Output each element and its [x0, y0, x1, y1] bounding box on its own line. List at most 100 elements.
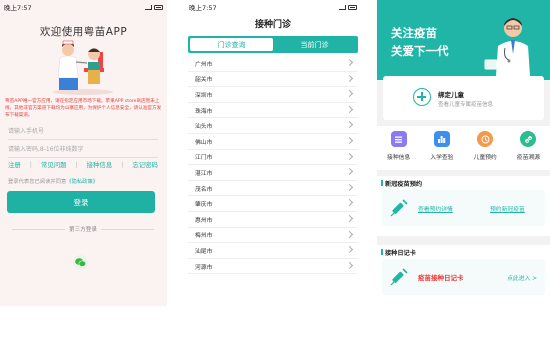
chart-icon [433, 131, 450, 147]
chevron-right-icon [345, 168, 354, 176]
city-row[interactable]: 汕头市 [188, 118, 358, 134]
divider-line [101, 228, 155, 230]
city-row[interactable]: 佛山市 [188, 134, 358, 150]
status-time: 晚上7:57 [4, 4, 32, 12]
chevron-right-icon [345, 121, 354, 129]
city-name: 汕尾市 [195, 248, 213, 255]
separator: | [121, 160, 124, 168]
grid-item-child-appointment[interactable]: 儿童预约 [464, 126, 507, 170]
diary-card-section: 接种日记卡 疫苗接种日记卡 点此进入 > [377, 245, 550, 306]
section-title: 接种日记卡 [377, 245, 550, 259]
enter-link[interactable]: 点此进入 > [507, 273, 537, 282]
city-row[interactable]: 江门市 [188, 150, 358, 166]
city-name: 河源市 [195, 264, 213, 271]
covid-card: 查看预约详情 预约新冠疫苗 [382, 190, 545, 226]
city-name: 广州市 [195, 61, 213, 68]
vaccination-illustration-icon [53, 40, 113, 95]
city-row[interactable]: 河源市 [188, 259, 358, 275]
grid-label: 入学查验 [430, 155, 454, 161]
city-name: 湛江市 [195, 170, 213, 177]
city-row[interactable]: 梅州市 [188, 228, 358, 244]
city-name: 深圳市 [195, 92, 213, 99]
login-screen: 晚上7:57 欢迎使用粤苗APP 粤苗APP唯一官方应用，请在指定应用市场下载。… [0, 0, 167, 306]
faq-link[interactable]: 常见问题 [41, 160, 67, 169]
password-input[interactable]: 请输入密码,8-16位非纯数字 [8, 144, 158, 158]
status-icons [339, 4, 357, 10]
city-row[interactable]: 深圳市 [188, 87, 358, 103]
segmented-tabs: 门诊查询 当前门诊 [188, 36, 358, 53]
hero-line-1: 关注疫苗 [391, 26, 437, 40]
hero-banner: 关注疫苗 关爱下一代 [377, 0, 550, 80]
grid-label: 疫苗溯源 [516, 155, 540, 161]
grid-label: 接种信息 [387, 155, 411, 161]
city-row[interactable]: 惠州市 [188, 212, 358, 228]
signal-icon [339, 4, 346, 10]
covid-appointment-section: 新冠疫苗预约 查看预约详情 预约新冠疫苗 [377, 176, 550, 236]
privacy-policy-link[interactable]: 《隐私政策》 [66, 179, 98, 185]
wechat-login-button[interactable] [73, 255, 88, 270]
home-screen: 关注疫苗 关爱下一代 绑定儿童 查看儿童专属疫苗信息 接种信息 入学查验 儿童预… [377, 0, 550, 306]
status-bar: 晚上7:57 [0, 0, 167, 14]
city-name: 汕头市 [195, 124, 213, 131]
separator: | [29, 160, 32, 168]
vaccination-info-link[interactable]: 接种信息 [87, 160, 113, 169]
city-name: 惠州市 [195, 217, 213, 224]
section-title: 新冠疫苗预约 [377, 176, 550, 190]
forgot-password-link[interactable]: 忘记密码 [132, 160, 158, 169]
diary-card-title: 疫苗接种日记卡 [418, 274, 464, 282]
battery-icon [348, 4, 357, 10]
chevron-right-icon [345, 105, 354, 113]
link-icon [520, 131, 537, 147]
chevron-right-icon [345, 261, 354, 269]
city-row[interactable]: 汕尾市 [188, 243, 358, 259]
bind-child-card[interactable]: 绑定儿童 查看儿童专属疫苗信息 [383, 76, 544, 120]
chevron-right-icon [345, 90, 354, 98]
grid-item-vaccine-trace[interactable]: 疫苗溯源 [507, 126, 550, 170]
city-name: 珠海市 [195, 108, 213, 115]
agreement-prefix: 登录代表您已阅读并同意 [8, 179, 67, 185]
bind-title: 绑定儿童 [438, 91, 464, 99]
phone-input[interactable]: 请输入手机号 [8, 126, 158, 140]
doctor-illustration-icon [484, 18, 530, 76]
chevron-right-icon [345, 136, 354, 145]
divider-line [12, 228, 66, 230]
grid-label: 儿童预约 [473, 155, 497, 161]
tab-clinic-search[interactable]: 门诊查询 [190, 38, 273, 51]
clinic-screen: 晚上7:57 接种门诊 门诊查询 当前门诊 广州市 韶关市 深圳市 珠海市 汕头市 佛山市… [185, 0, 361, 306]
city-name: 韶关市 [195, 77, 213, 84]
chevron-right-icon [345, 74, 354, 82]
clock-icon [477, 131, 494, 147]
chevron-right-icon [345, 183, 354, 191]
notice-text: 粤苗APP唯一官方应用，请在指定应用市场下载。苹果APP store商店暂未上线… [5, 99, 162, 119]
chevron-right-icon [345, 214, 354, 222]
chevron-right-icon [345, 58, 354, 67]
feature-grid: 接种信息 入学查验 儿童预约 疫苗溯源 [377, 126, 550, 170]
list-icon [390, 131, 407, 147]
view-appointment-link[interactable]: 查看预约详情 [418, 204, 453, 213]
agreement-text: 登录代表您已阅读并同意《隐私政策》 [8, 177, 98, 185]
syringe-icon [390, 268, 408, 286]
third-party-label: 第三方登录 [69, 227, 97, 233]
diary-card[interactable]: 疫苗接种日记卡 点此进入 > [382, 259, 545, 295]
tab-current-clinic[interactable]: 当前门诊 [273, 38, 356, 51]
city-row[interactable]: 肇庆市 [188, 196, 358, 212]
third-party-divider: 第三方登录 [8, 225, 158, 233]
grid-item-vaccination-info[interactable]: 接种信息 [377, 126, 420, 170]
login-button[interactable]: 登录 [7, 191, 155, 213]
battery-icon [154, 4, 163, 10]
city-name: 梅州市 [195, 233, 213, 240]
chevron-right-icon [345, 152, 354, 160]
book-covid-vaccine-link[interactable]: 预约新冠疫苗 [490, 204, 525, 213]
bind-subtitle: 查看儿童专属疫苗信息 [438, 102, 494, 108]
grid-item-school-check[interactable]: 入学查验 [420, 126, 463, 170]
city-list: 广州市韶关市深圳市珠海市汕头市佛山市江门市湛江市茂名市肇庆市惠州市梅州市汕尾市河… [188, 56, 358, 275]
city-row[interactable]: 湛江市 [188, 165, 358, 181]
city-name: 肇庆市 [195, 202, 213, 209]
city-row[interactable]: 韶关市 [188, 72, 358, 88]
page-title: 接种门诊 [254, 20, 291, 30]
city-row[interactable]: 珠海市 [188, 103, 358, 119]
register-link[interactable]: 注册 [8, 160, 21, 169]
city-row[interactable]: 茂名市 [188, 181, 358, 197]
city-row[interactable]: 广州市 [188, 56, 358, 72]
city-name: 佛山市 [195, 139, 213, 146]
